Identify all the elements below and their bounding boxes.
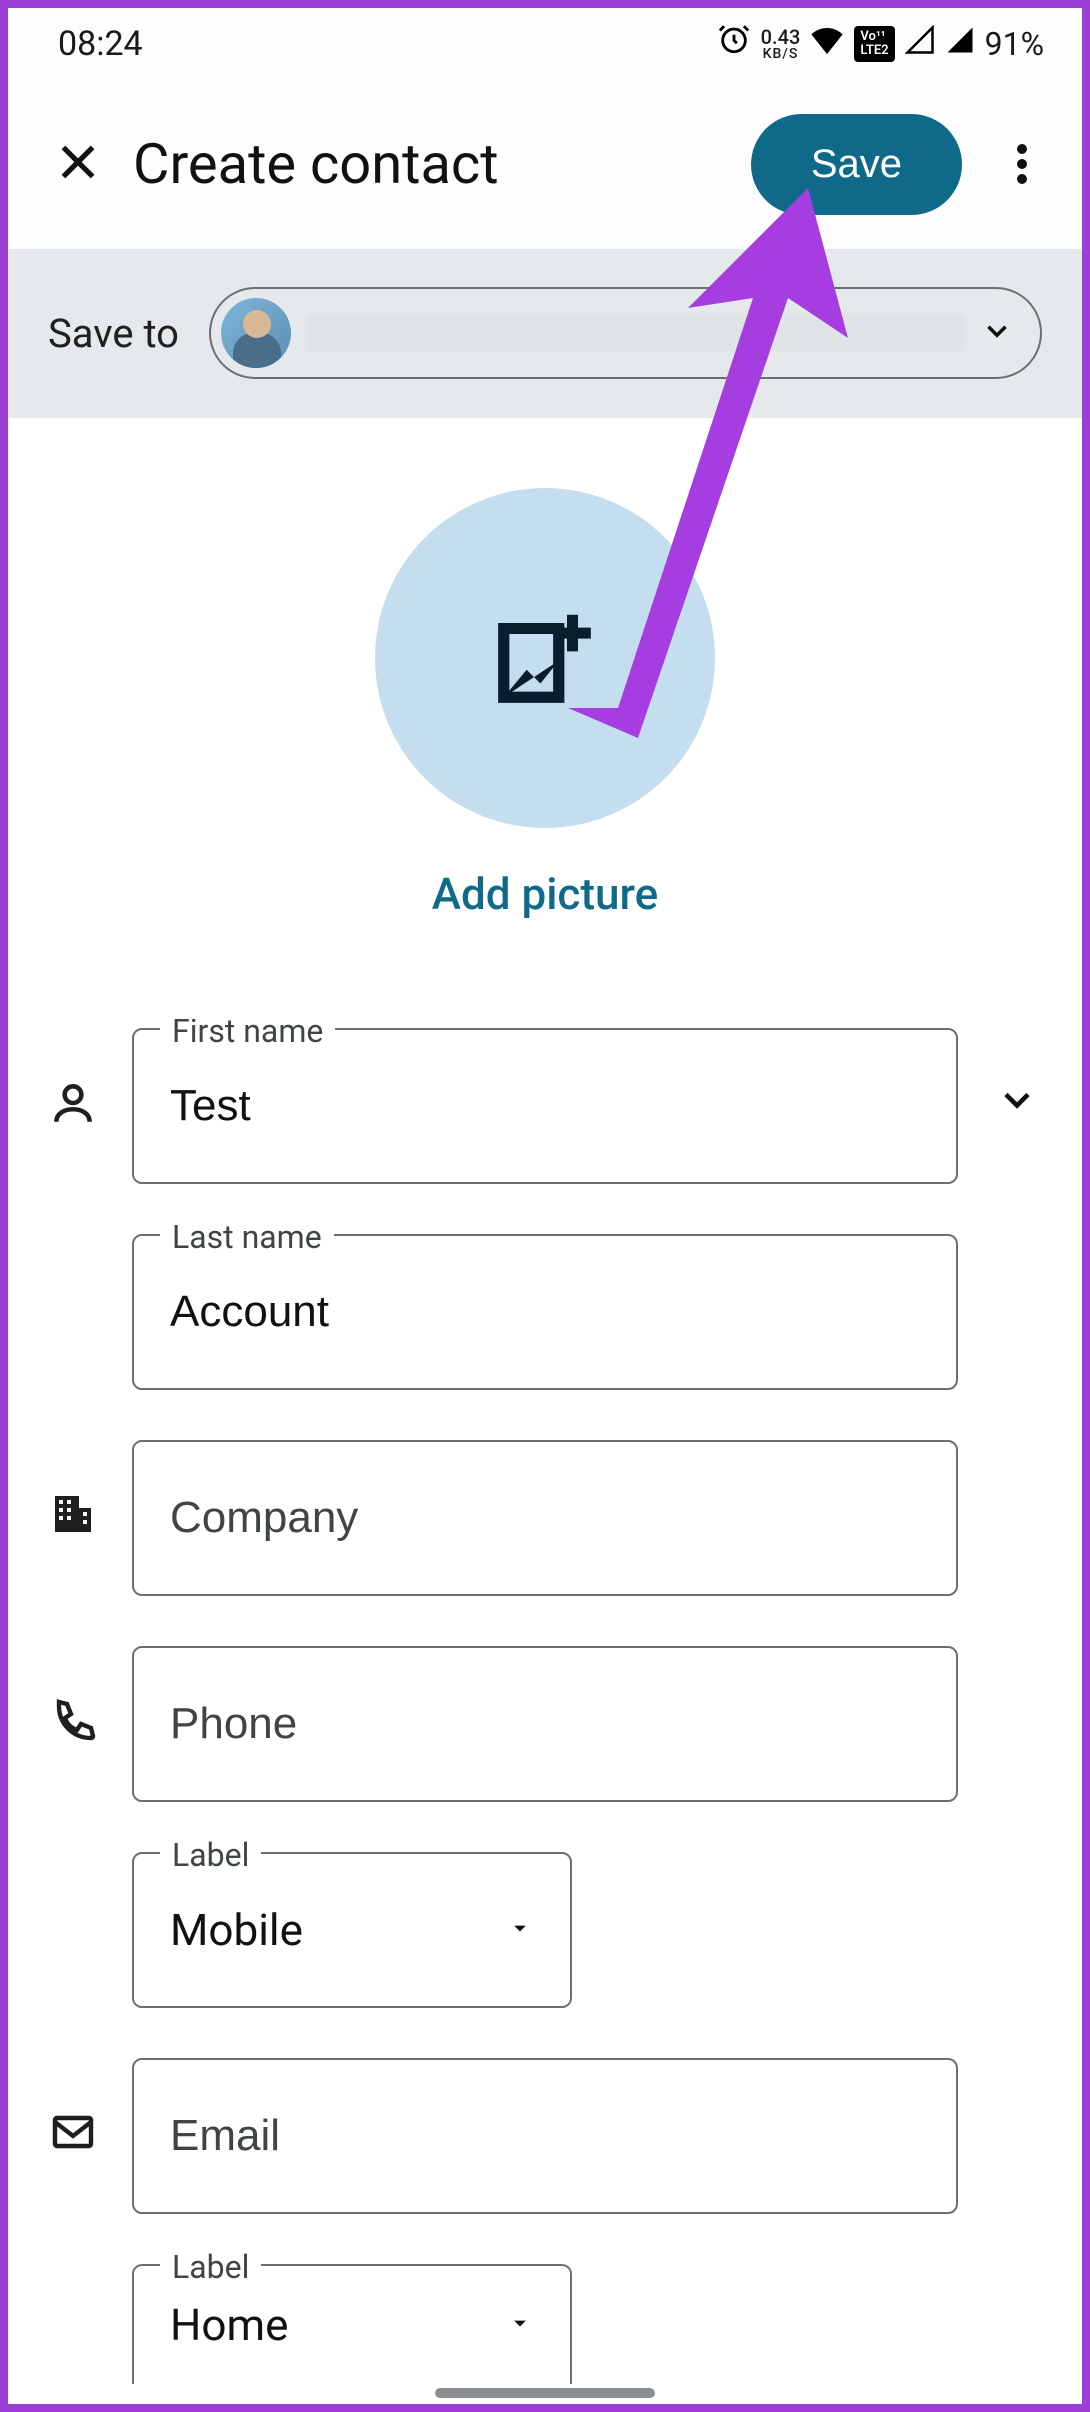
- close-icon[interactable]: [53, 137, 103, 191]
- overflow-menu-icon[interactable]: [992, 134, 1052, 194]
- phone-label-value: Mobile: [170, 1904, 303, 1956]
- phone-label-label: Label: [160, 1836, 261, 1874]
- signal-icon-2: [945, 24, 975, 64]
- company-icon: [38, 1440, 108, 1538]
- alarm-icon: [717, 22, 751, 65]
- phone-field[interactable]: [132, 1646, 958, 1802]
- first-name-field[interactable]: First name: [132, 1028, 958, 1184]
- last-name-field[interactable]: Last name: [132, 1234, 958, 1390]
- page-title: Create contact: [133, 131, 721, 197]
- account-name-redacted: [305, 313, 966, 353]
- dropdown-icon: [506, 2309, 534, 2341]
- nav-handle[interactable]: [435, 2388, 655, 2398]
- clock-time: 08:24: [58, 24, 143, 64]
- email-field[interactable]: [132, 2058, 958, 2214]
- phone-label-selector[interactable]: Label Mobile: [132, 1852, 572, 2008]
- email-input[interactable]: [170, 2111, 920, 2161]
- email-label-value: Home: [170, 2299, 288, 2351]
- last-name-label: Last name: [160, 1218, 334, 1256]
- company-input[interactable]: [170, 1493, 920, 1543]
- add-image-icon: [490, 601, 600, 715]
- signal-icon-1: [905, 24, 935, 64]
- status-bar: 08:24 0.43 KB/S Vo¹¹LTE2 91%: [8, 8, 1082, 80]
- person-icon: [38, 1028, 108, 1128]
- battery-percentage: 91%: [985, 25, 1044, 63]
- add-picture-button[interactable]: [375, 488, 715, 828]
- account-selector[interactable]: [209, 287, 1042, 379]
- app-bar: Create contact Save: [8, 80, 1082, 249]
- company-field[interactable]: [132, 1440, 958, 1596]
- phone-icon: [38, 1646, 108, 1744]
- volte-badge: Vo¹¹LTE2: [854, 26, 894, 63]
- picture-section: Add picture: [8, 418, 1082, 968]
- wifi-icon: [810, 24, 844, 64]
- form-section: First name Last name: [8, 968, 1082, 2404]
- avatar: [221, 298, 291, 368]
- email-label-label: Label: [160, 2248, 261, 2286]
- first-name-input[interactable]: [170, 1081, 920, 1131]
- last-name-input[interactable]: [170, 1287, 920, 1337]
- save-button[interactable]: Save: [751, 114, 962, 215]
- first-name-label: First name: [160, 1012, 335, 1050]
- email-label-selector[interactable]: Label Home: [132, 2264, 572, 2384]
- data-rate: 0.43 KB/S: [761, 27, 801, 61]
- phone-input[interactable]: [170, 1699, 920, 1749]
- add-picture-label[interactable]: Add picture: [432, 868, 658, 920]
- dropdown-icon: [506, 1914, 534, 1946]
- save-to-section: Save to: [8, 249, 1082, 418]
- email-icon: [38, 2058, 108, 2156]
- chevron-down-icon: [980, 314, 1014, 352]
- expand-name-icon[interactable]: [982, 1028, 1052, 1122]
- save-to-label: Save to: [48, 310, 179, 357]
